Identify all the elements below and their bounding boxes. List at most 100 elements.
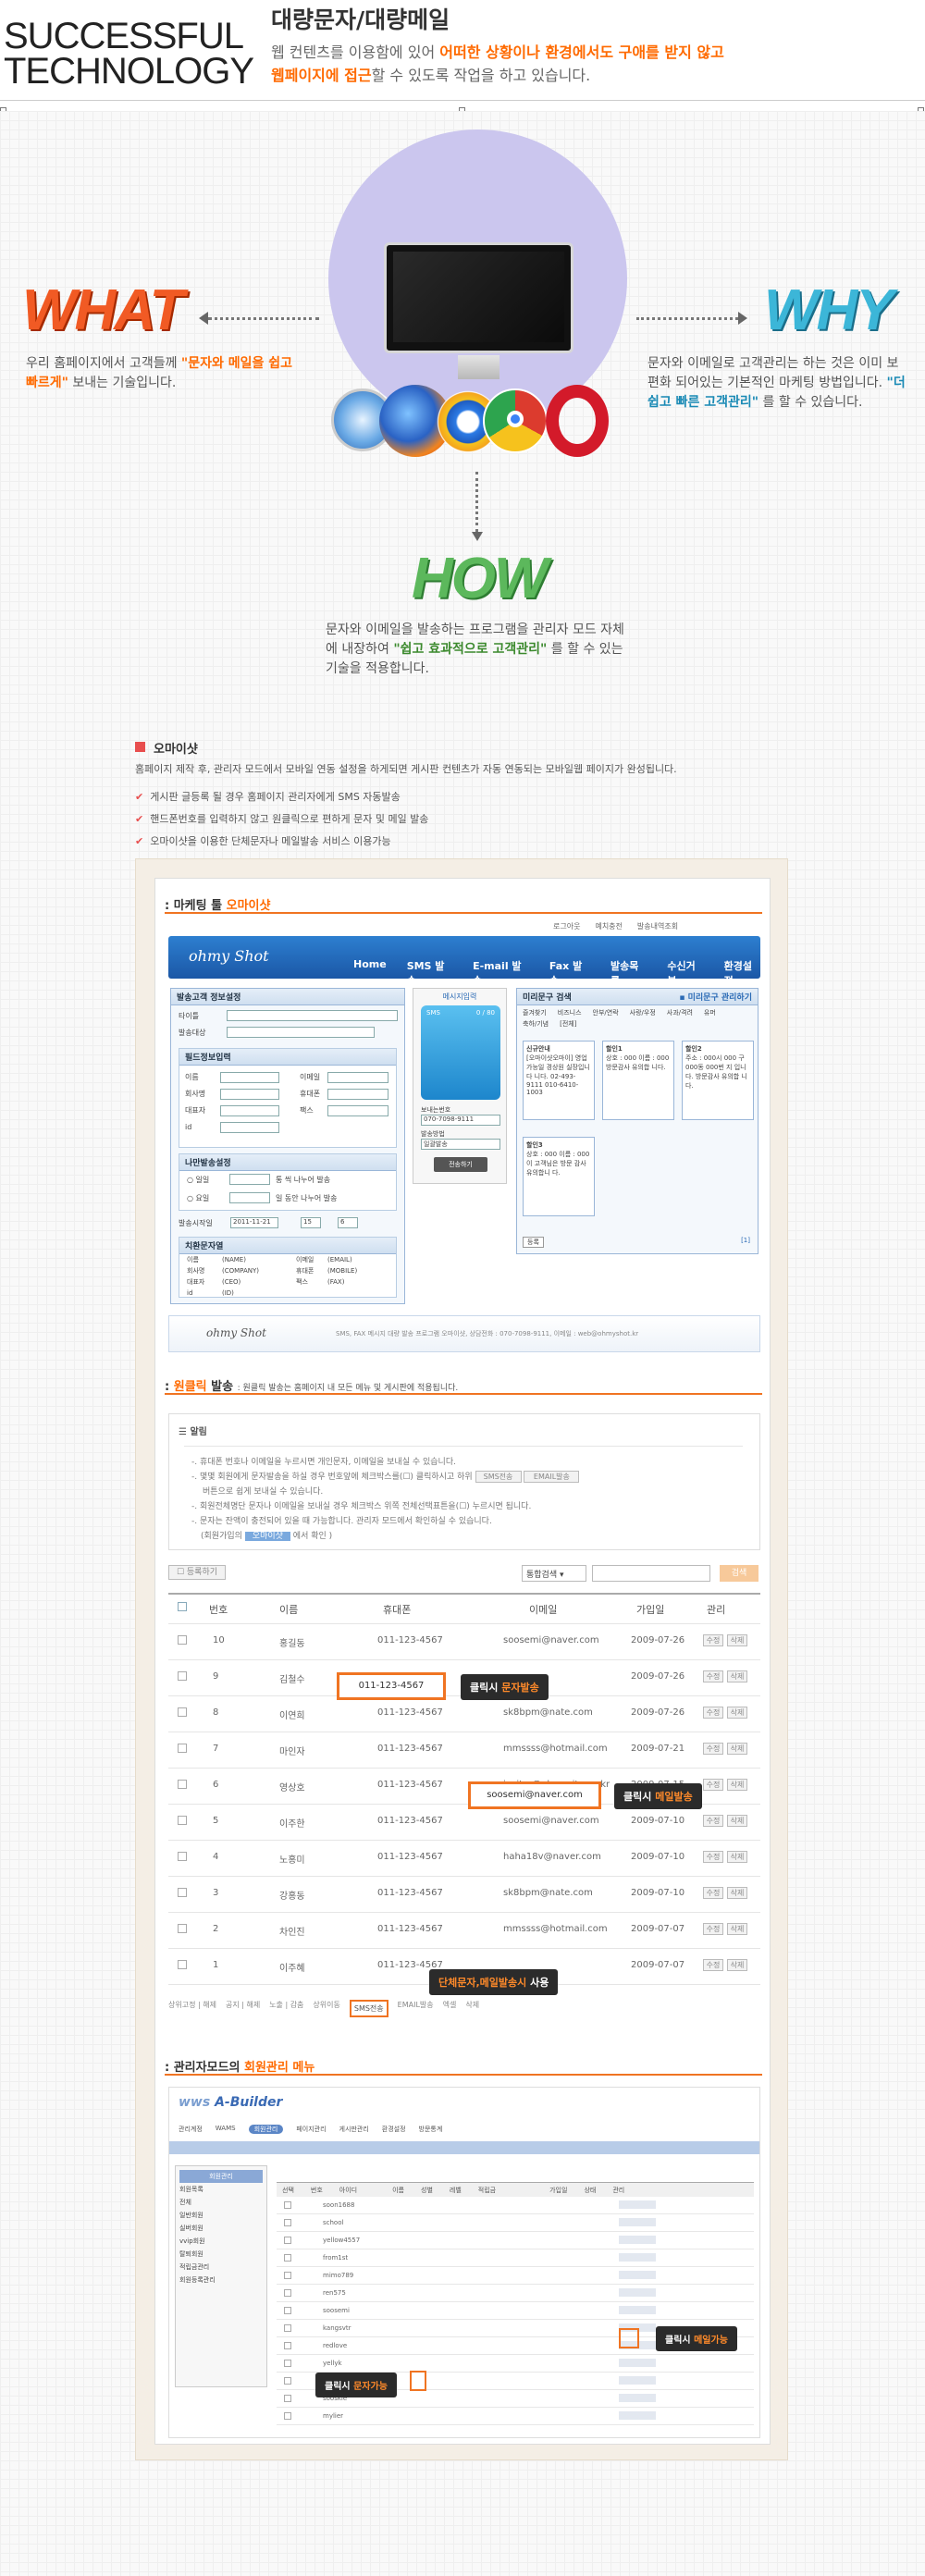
row-edit-button[interactable]: 수정 [703, 1779, 723, 1791]
highlighted-email[interactable]: soosemi@naver.com [468, 1781, 601, 1809]
template-card[interactable]: 할인3 상호 : 000 이름 : 000 이 고객님은 방문 감사 유의합니 다… [523, 1137, 595, 1216]
admin-tab[interactable]: 환경설정 [382, 2125, 406, 2134]
admin-sms-icon[interactable] [410, 2371, 426, 2391]
register-button[interactable]: ☐ 등록하기 [168, 1565, 226, 1580]
row-checkbox[interactable] [178, 1960, 187, 1969]
row-delete-button[interactable]: 삭제 [727, 1923, 747, 1935]
search-select[interactable]: 통합검색 ▾ [522, 1565, 586, 1582]
ceo-field[interactable] [220, 1105, 279, 1116]
action-notice[interactable]: 공지 | 해제 [226, 2000, 260, 2017]
mobile-field[interactable] [327, 1089, 388, 1100]
admin-tab-active[interactable]: 회원관리 [248, 2125, 284, 2134]
template-tab[interactable]: 즐겨찾기 [523, 1007, 547, 1018]
row-checkbox[interactable] [178, 1816, 187, 1825]
table-cell[interactable]: soosemi@naver.com [503, 1816, 599, 1826]
action-show[interactable]: 노출 | 감춤 [269, 2000, 303, 2017]
action-fix[interactable]: 상위고정 | 해제 [168, 2000, 216, 2017]
table-cell[interactable]: mmssss@hotmail.com [503, 1744, 608, 1754]
nav-sendlist[interactable]: 발송목록 [610, 958, 647, 988]
row-edit-button[interactable]: 수정 [703, 1851, 723, 1863]
title-input[interactable] [227, 1010, 398, 1021]
template-tab[interactable]: [전체] [560, 1018, 576, 1029]
action-move[interactable]: 상위이동 [313, 2000, 339, 2017]
template-tab[interactable]: 안부/연락 [593, 1007, 619, 1018]
callback-field[interactable]: 070-7098-9111 [421, 1115, 500, 1126]
history-link[interactable]: 발송내역조회 [637, 921, 678, 931]
admin-row-icons[interactable] [619, 2200, 656, 2209]
table-cell[interactable]: mmssss@hotmail.com [503, 1924, 608, 1934]
template-tab[interactable]: 유머 [704, 1007, 716, 1018]
template-tab[interactable]: 사랑/우정 [630, 1007, 656, 1018]
row-delete-button[interactable]: 삭제 [727, 1707, 747, 1719]
search-button[interactable]: 검색 [720, 1565, 758, 1582]
row-checkbox[interactable] [178, 1744, 187, 1753]
table-cell[interactable]: 011-123-4567 [377, 1924, 443, 1934]
notice-email-button[interactable]: EMAIL발송 [524, 1471, 580, 1483]
row-delete-button[interactable]: 삭제 [727, 1959, 747, 1971]
admin-row-icons[interactable] [619, 2394, 656, 2402]
send-min-field[interactable]: 6 [338, 1217, 358, 1228]
admin-row-checkbox[interactable] [284, 2307, 291, 2314]
template-card[interactable]: 신규안내 [오마이샷오마이] 영업가능일 경상원 실장입니다 니다. 02-493… [523, 1041, 595, 1120]
table-cell[interactable]: haha18v@naver.com [503, 1852, 601, 1862]
admin-row-checkbox[interactable] [284, 2201, 291, 2209]
admin-tab[interactable]: 게시판관리 [339, 2125, 369, 2134]
admin-row-icons[interactable] [619, 2253, 656, 2262]
send-button[interactable]: 전송하기 [434, 1157, 487, 1172]
row-edit-button[interactable]: 수정 [703, 1887, 723, 1899]
table-cell[interactable]: sk8bpm@nate.com [503, 1707, 593, 1718]
template-card[interactable]: 할인1 상호 : 000 이름 : 000 방문감사 유의합 니다. [602, 1041, 674, 1120]
fax-field[interactable] [327, 1105, 388, 1116]
group-sms-button[interactable]: SMS전송 [349, 2000, 388, 2017]
reserve-opt-1[interactable]: ○ 일일 [187, 1175, 209, 1185]
charge-link[interactable]: 예치충전 [595, 921, 622, 931]
notice-ohmyshot-link[interactable]: 오마이샷 [244, 1532, 290, 1541]
admin-row-checkbox[interactable] [284, 2289, 291, 2297]
nav-email[interactable]: E-mail 발송 [473, 958, 529, 988]
reserve-count-field[interactable] [229, 1174, 270, 1185]
table-cell[interactable]: 011-123-4567 [377, 1888, 443, 1898]
admin-row-checkbox[interactable] [284, 2342, 291, 2349]
admin-mail-icon[interactable] [619, 2328, 639, 2348]
table-cell[interactable]: 011-123-4567 [377, 1744, 443, 1754]
template-manage-link[interactable]: ▪ 미리문구 관리하기 [679, 991, 752, 1003]
email-field[interactable] [327, 1072, 388, 1083]
select-all-checkbox[interactable] [178, 1602, 187, 1611]
table-cell[interactable]: 011-123-4567 [377, 1635, 443, 1645]
admin-row-icons[interactable] [619, 2359, 656, 2367]
admin-tab[interactable]: 관리계정 [179, 2125, 203, 2134]
row-checkbox[interactable] [178, 1852, 187, 1861]
admin-tab[interactable]: 방문통계 [419, 2125, 443, 2134]
excel-button[interactable]: 엑셀 [443, 2000, 457, 2017]
row-checkbox[interactable] [178, 1671, 187, 1681]
admin-row-checkbox[interactable] [284, 2272, 291, 2279]
id-field[interactable] [220, 1122, 279, 1133]
delete-button[interactable]: 삭제 [465, 2000, 479, 2017]
nav-fax[interactable]: Fax 발송 [549, 958, 590, 988]
company-field[interactable] [220, 1089, 279, 1100]
row-delete-button[interactable]: 삭제 [727, 1815, 747, 1827]
admin-row-icons[interactable] [619, 2218, 656, 2226]
admin-row-icons[interactable] [619, 2306, 656, 2314]
name-field[interactable] [220, 1072, 279, 1083]
highlighted-phone[interactable]: 011-123-4567 [337, 1672, 446, 1700]
nav-reject[interactable]: 수신거부 [667, 958, 703, 988]
admin-row-checkbox[interactable] [284, 2324, 291, 2332]
template-card[interactable]: 할인2 주소 : 000시 000 구 000동 000번 지 입니다. 방문감사… [682, 1041, 754, 1120]
admin-row-icons[interactable] [619, 2411, 656, 2420]
table-cell[interactable]: 011-123-4567 [377, 1780, 443, 1790]
admin-row-checkbox[interactable] [284, 2360, 291, 2367]
row-delete-button[interactable]: 삭제 [727, 1743, 747, 1755]
table-cell[interactable]: 011-123-4567 [377, 1707, 443, 1718]
row-delete-button[interactable]: 삭제 [727, 1779, 747, 1791]
group-email-button[interactable]: EMAIL발송 [398, 2000, 434, 2017]
row-delete-button[interactable]: 삭제 [727, 1634, 747, 1646]
row-edit-button[interactable]: 수정 [703, 1707, 723, 1719]
row-delete-button[interactable]: 삭제 [727, 1851, 747, 1863]
sms-screen[interactable]: SMS 0 / 80 [421, 1005, 500, 1100]
row-edit-button[interactable]: 수정 [703, 1959, 723, 1971]
search-input[interactable] [592, 1565, 710, 1582]
admin-tab[interactable]: 페이지관리 [296, 2125, 326, 2134]
notice-sms-button[interactable]: SMS전송 [475, 1471, 522, 1483]
admin-row-checkbox[interactable] [284, 2254, 291, 2262]
